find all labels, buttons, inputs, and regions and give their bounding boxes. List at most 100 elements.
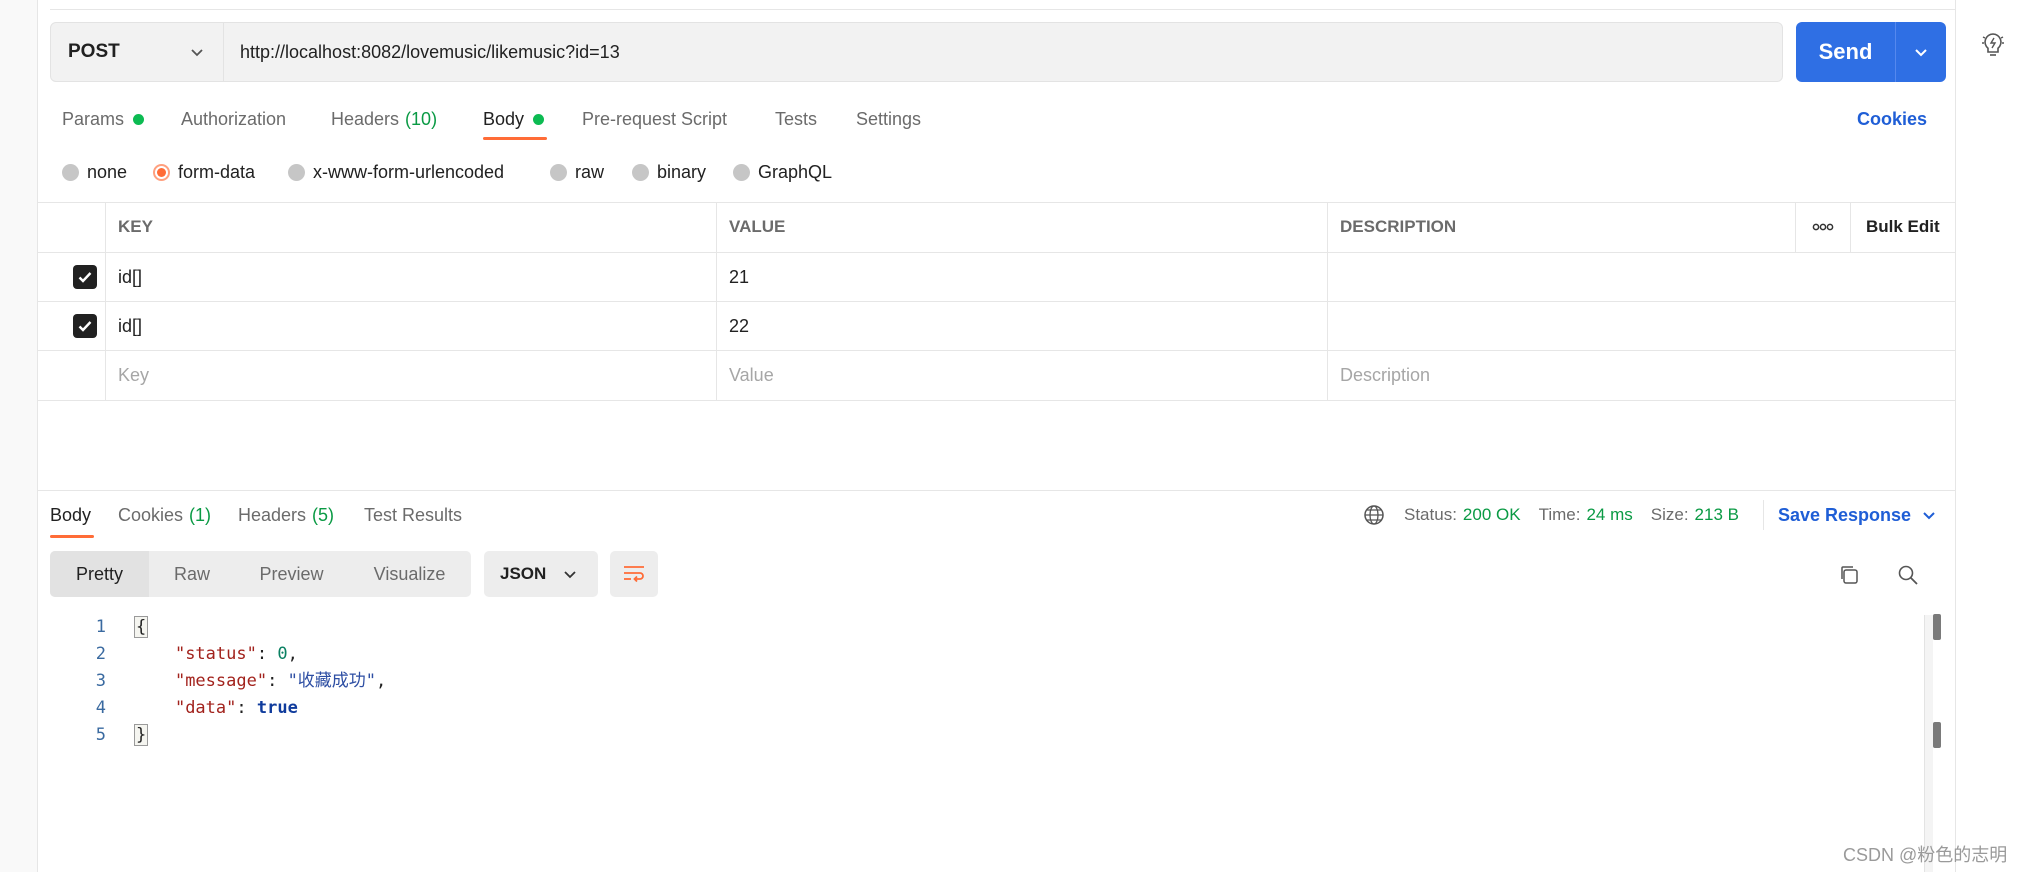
json-key: "status" bbox=[174, 644, 257, 664]
radio-label: form-data bbox=[178, 161, 256, 182]
view-mode-visualize[interactable]: Visualize bbox=[348, 551, 471, 597]
send-button[interactable]: Send bbox=[1796, 22, 1946, 82]
status-value[interactable]: 200 OK bbox=[1463, 505, 1521, 525]
view-mode-raw[interactable]: Raw bbox=[149, 551, 235, 597]
radio-binary[interactable]: binary bbox=[632, 160, 706, 184]
globe-icon[interactable] bbox=[1362, 503, 1386, 527]
wrap-lines-button[interactable] bbox=[610, 551, 658, 597]
response-tab-cookies[interactable]: Cookies (1) bbox=[118, 502, 211, 528]
radio-none[interactable]: none bbox=[62, 160, 127, 184]
table-border bbox=[716, 202, 717, 400]
radio-button-selected[interactable] bbox=[153, 163, 170, 181]
description-placeholder-input[interactable]: Description bbox=[1340, 350, 1430, 400]
tab-count: (10) bbox=[405, 108, 438, 129]
tab-settings[interactable]: Settings bbox=[856, 104, 921, 134]
radio-button[interactable] bbox=[62, 163, 79, 181]
bulk-edit-button[interactable]: Bulk Edit bbox=[1866, 202, 1940, 252]
row-key-cell[interactable]: id[] bbox=[118, 252, 142, 302]
search-icon[interactable] bbox=[1895, 562, 1921, 588]
size-value[interactable]: 213 B bbox=[1695, 505, 1739, 525]
tab-params[interactable]: Params bbox=[62, 104, 145, 134]
time-label: Time: bbox=[1538, 505, 1581, 524]
wrap-lines-icon bbox=[622, 564, 646, 584]
format-select[interactable]: JSON bbox=[484, 551, 598, 597]
time-value[interactable]: 24 ms bbox=[1586, 505, 1632, 525]
json-comma: , bbox=[287, 644, 298, 664]
row-checkbox[interactable] bbox=[72, 264, 98, 290]
tab-label: Pre-request Script bbox=[582, 108, 728, 129]
code-line: "status": 0, bbox=[134, 641, 298, 668]
value-placeholder-input[interactable]: Value bbox=[729, 350, 774, 400]
response-tab-body[interactable]: Body bbox=[50, 502, 91, 528]
tab-tests[interactable]: Tests bbox=[775, 104, 817, 134]
row-key-cell[interactable]: id[] bbox=[118, 301, 142, 351]
key-placeholder-input[interactable]: Key bbox=[118, 350, 149, 400]
json-close-brace: } bbox=[134, 724, 149, 746]
row-value-cell[interactable]: 22 bbox=[729, 301, 749, 351]
top-divider bbox=[50, 9, 1955, 10]
cookies-link[interactable]: Cookies bbox=[1857, 104, 1927, 134]
code-scrollbar-track[interactable] bbox=[1924, 615, 1933, 872]
line-number: 1 bbox=[95, 617, 106, 637]
scroll-marker[interactable] bbox=[1933, 722, 1941, 748]
tab-body[interactable]: Body bbox=[483, 104, 545, 134]
more-options-icon[interactable] bbox=[1796, 202, 1850, 252]
radio-label: GraphQL bbox=[758, 161, 833, 182]
table-border bbox=[37, 301, 1955, 302]
table-border bbox=[37, 202, 1955, 203]
method-label: POST bbox=[68, 41, 120, 62]
table-border bbox=[1850, 202, 1851, 252]
status-dot bbox=[533, 113, 545, 125]
copy-icon[interactable] bbox=[1836, 562, 1862, 588]
view-mode-pretty[interactable]: Pretty bbox=[50, 551, 149, 597]
code-line: "message": "收藏成功", bbox=[134, 668, 386, 695]
tab-pre-request-script[interactable]: Pre-request Script bbox=[582, 104, 727, 134]
tab-label: Authorization bbox=[181, 108, 287, 129]
radio-button[interactable] bbox=[632, 163, 649, 181]
lightbulb-icon[interactable] bbox=[1978, 30, 2008, 60]
json-open-brace: { bbox=[134, 616, 149, 638]
radio-label: none bbox=[87, 161, 128, 182]
json-number-value: 0 bbox=[277, 644, 288, 664]
code-line: { bbox=[134, 614, 149, 641]
table-border bbox=[1327, 202, 1328, 400]
view-mode-preview[interactable]: Preview bbox=[235, 551, 348, 597]
radio-form-data[interactable]: form-data bbox=[153, 160, 255, 184]
method-select[interactable]: POST bbox=[50, 22, 224, 82]
url-input[interactable]: http://localhost:8082/lovemusic/likemusi… bbox=[240, 22, 620, 82]
column-header-description: DESCRIPTION bbox=[1340, 217, 1457, 236]
radio-button[interactable] bbox=[550, 163, 567, 181]
line-number: 5 bbox=[95, 725, 106, 745]
radio-button[interactable] bbox=[288, 163, 305, 181]
tab-headers[interactable]: Headers (10) bbox=[331, 104, 437, 134]
column-header-value: VALUE bbox=[729, 217, 786, 236]
json-key: "message" bbox=[174, 671, 268, 691]
radio-label: x-www-form-urlencoded bbox=[313, 161, 505, 182]
radio-raw[interactable]: raw bbox=[550, 160, 604, 184]
size-label: Size: bbox=[1650, 505, 1689, 524]
send-options-button[interactable] bbox=[1896, 44, 1946, 60]
response-tab-test-results[interactable]: Test Results bbox=[364, 502, 462, 528]
radio-graphql[interactable]: GraphQL bbox=[733, 160, 832, 184]
right-context-bar bbox=[1955, 0, 2028, 872]
checkmark-icon bbox=[73, 314, 97, 338]
active-tab-indicator bbox=[483, 137, 547, 140]
line-number: 2 bbox=[95, 644, 106, 664]
save-response-button[interactable]: Save Response bbox=[1778, 502, 1937, 528]
active-tab-indicator bbox=[50, 535, 94, 538]
radio-button[interactable] bbox=[733, 163, 750, 181]
watermark: CSDN @粉色的志明 bbox=[1843, 845, 2008, 865]
radio-label: binary bbox=[657, 161, 707, 182]
row-value-cell[interactable]: 21 bbox=[729, 252, 749, 302]
table-border bbox=[37, 350, 1955, 351]
radio-x-www-form-urlencoded[interactable]: x-www-form-urlencoded bbox=[288, 160, 504, 184]
status-dot bbox=[133, 113, 145, 125]
checkmark-icon bbox=[73, 265, 97, 289]
tab-label: Params bbox=[62, 108, 125, 129]
line-number: 3 bbox=[95, 671, 106, 691]
tab-authorization[interactable]: Authorization bbox=[181, 104, 286, 134]
tab-label: Tests bbox=[775, 108, 818, 129]
response-tab-headers[interactable]: Headers (5) bbox=[238, 502, 334, 528]
scroll-marker[interactable] bbox=[1933, 614, 1941, 640]
row-checkbox[interactable] bbox=[72, 313, 98, 339]
